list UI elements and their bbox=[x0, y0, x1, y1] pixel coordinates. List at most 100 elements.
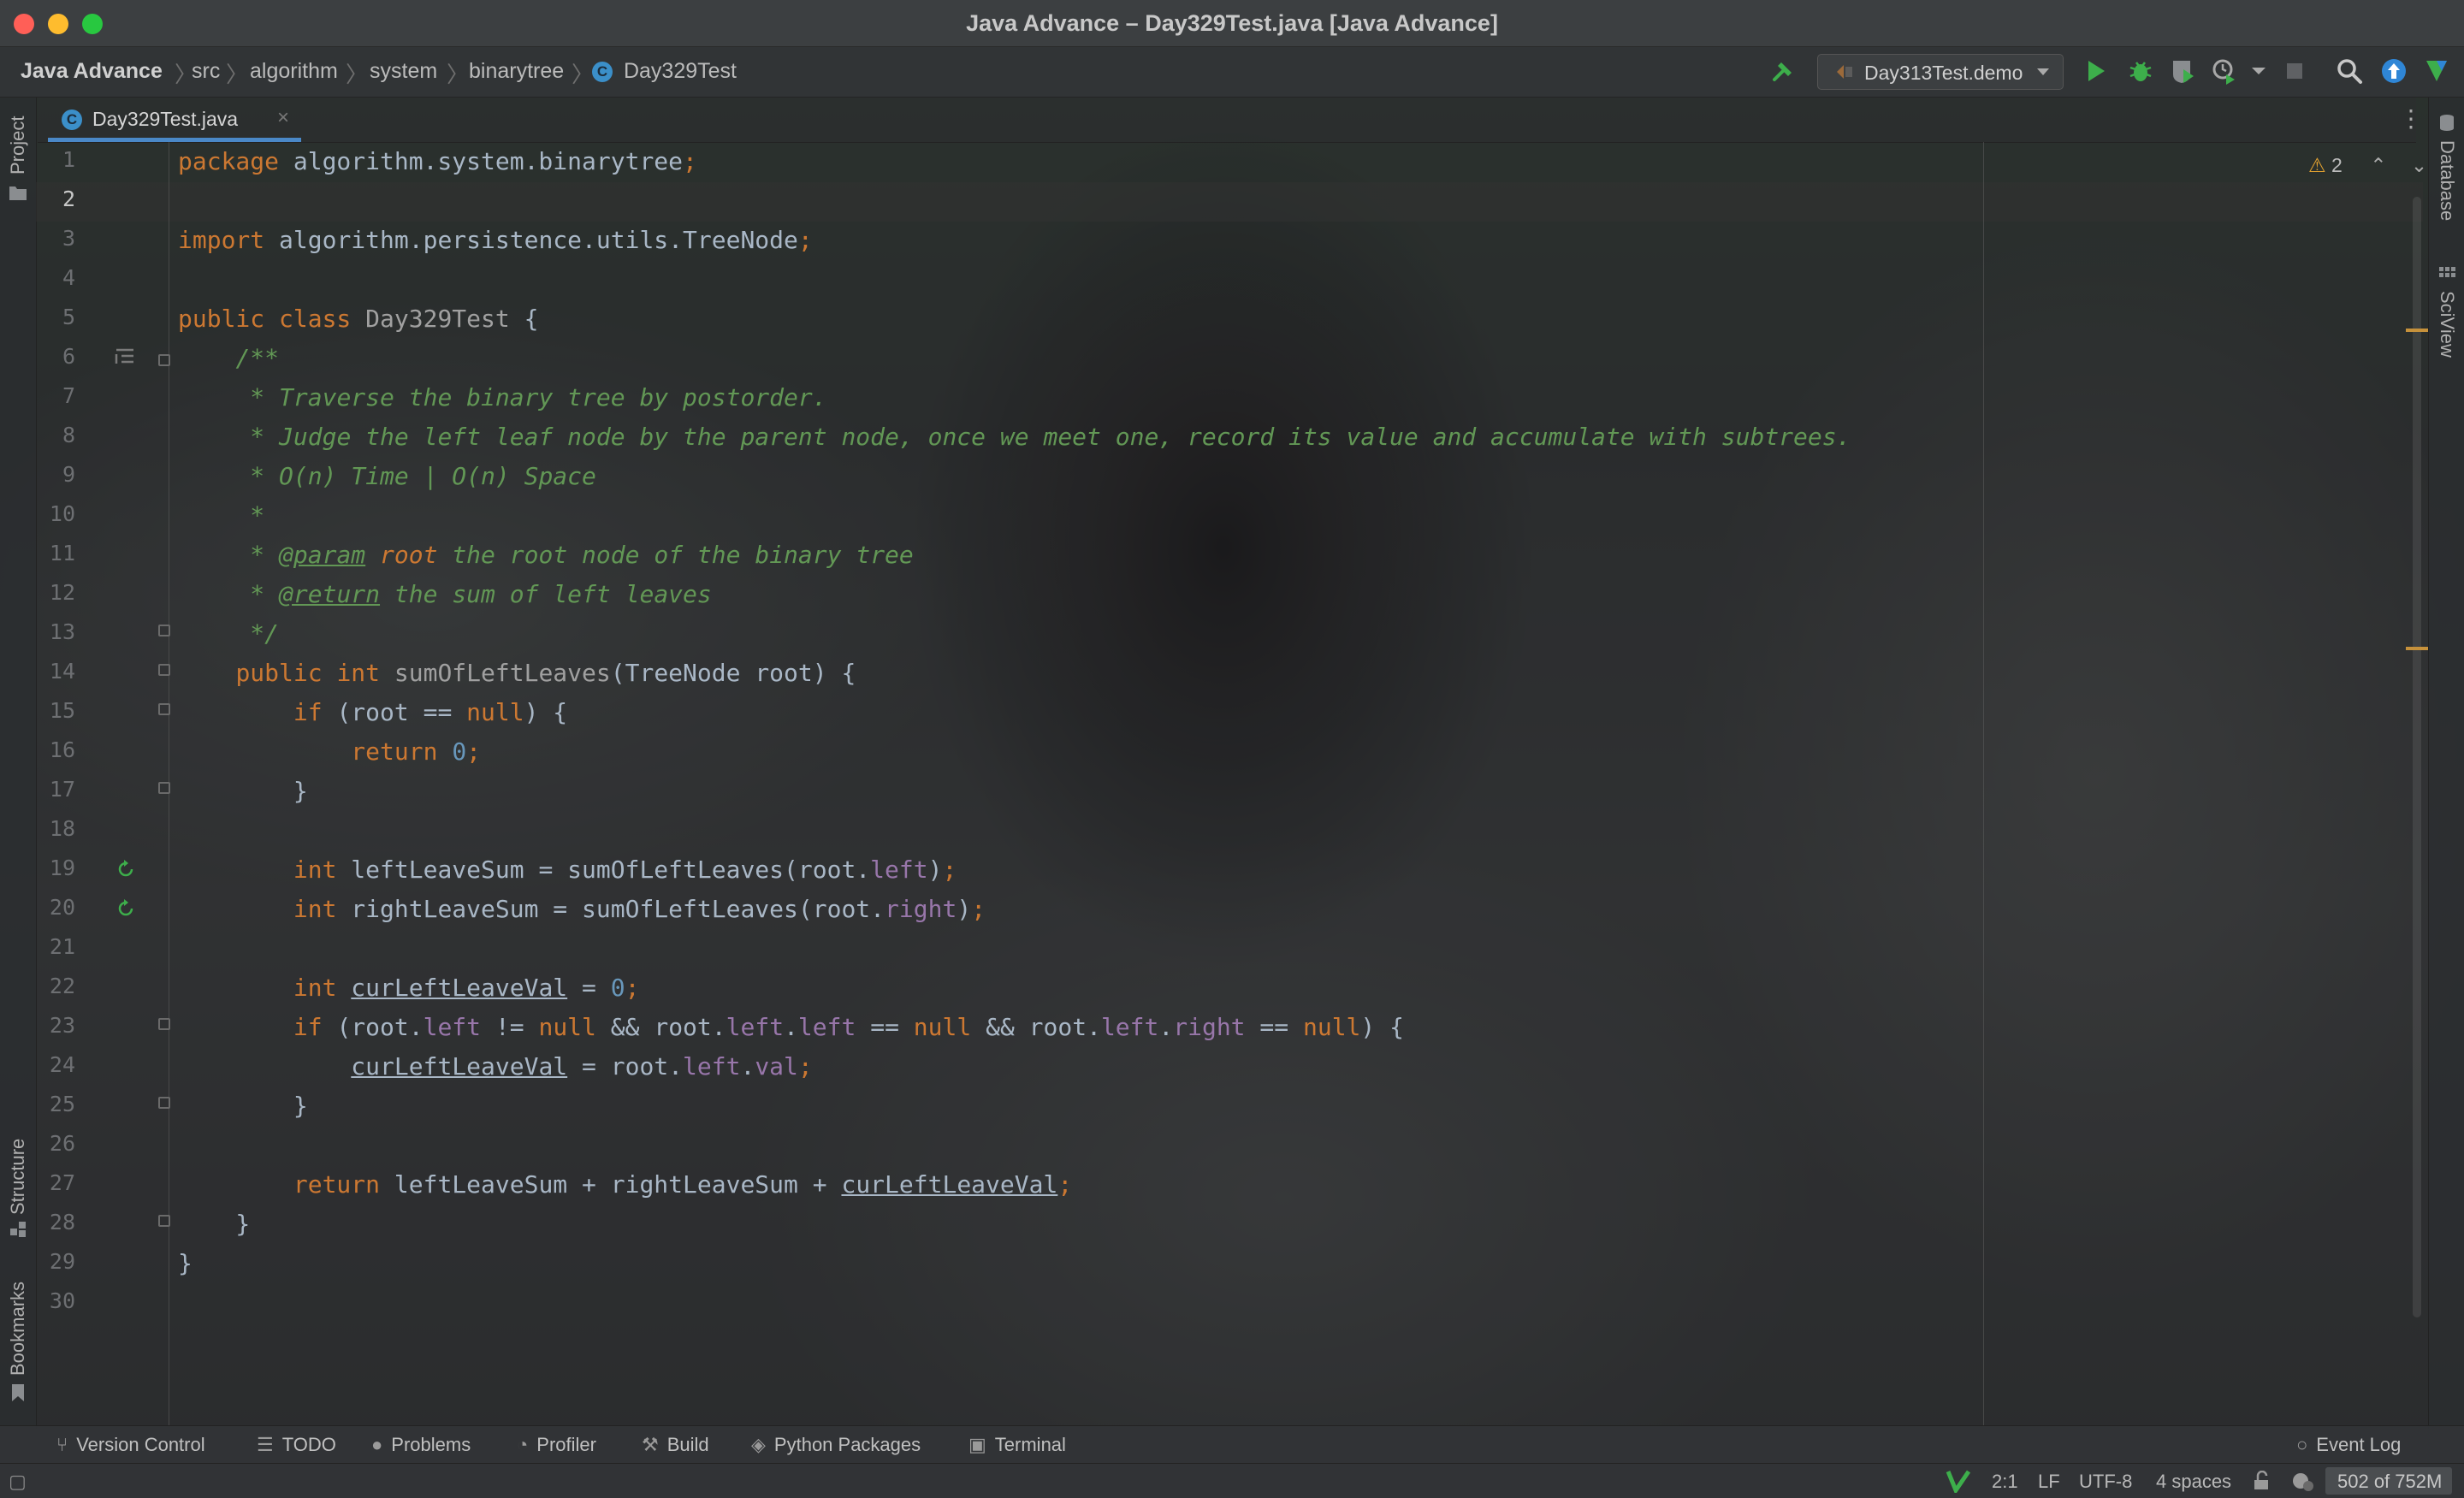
line-number[interactable]: 2 bbox=[36, 187, 75, 211]
run-configuration-dropdown[interactable]: Day313Test.demo bbox=[1817, 54, 2064, 90]
line-number[interactable]: 7 bbox=[36, 383, 75, 408]
line-number[interactable]: 24 bbox=[36, 1052, 75, 1077]
profile-icon[interactable] bbox=[2209, 56, 2240, 86]
editor-scrollbar[interactable] bbox=[2413, 197, 2421, 1317]
fold-marker-icon[interactable] bbox=[158, 1018, 170, 1030]
fold-marker-icon[interactable] bbox=[158, 703, 170, 715]
line-number[interactable]: 22 bbox=[36, 974, 75, 998]
database-tool-button[interactable]: Database bbox=[2436, 140, 2458, 221]
toggle-tool-windows-icon[interactable]: ▢ bbox=[9, 1471, 27, 1493]
project-tool-button[interactable]: Project bbox=[7, 116, 29, 175]
unlock-icon[interactable] bbox=[2252, 1471, 2271, 1491]
breadcrumb-project[interactable]: Java Advance bbox=[21, 59, 163, 84]
stop-icon[interactable] bbox=[2279, 56, 2310, 86]
breadcrumb-item-system[interactable]: system bbox=[370, 59, 437, 84]
line-number[interactable]: 16 bbox=[36, 737, 75, 762]
python-packages-tool-button[interactable]: ◈ Python Packages bbox=[751, 1434, 921, 1456]
java-class-icon: C bbox=[62, 110, 82, 130]
build-tool-button[interactable]: ⚒ Build bbox=[642, 1434, 709, 1456]
fold-marker-icon[interactable] bbox=[158, 625, 170, 637]
more-run-options-chevron-icon[interactable] bbox=[2243, 56, 2274, 86]
code-line-20: int rightLeaveSum = sumOfLeftLeaves(root… bbox=[293, 895, 986, 923]
line-number[interactable]: 29 bbox=[36, 1249, 75, 1274]
todo-tool-button[interactable]: ☰ TODO bbox=[257, 1434, 336, 1456]
tool-window-bar: ⑂ Version Control ☰ TODO ● Problems ◔ Profil… bbox=[0, 1425, 2464, 1464]
fold-marker-icon[interactable] bbox=[158, 782, 170, 794]
event-log-tool-button[interactable]: ○ Event Log bbox=[2296, 1434, 2401, 1456]
line-number[interactable]: 26 bbox=[36, 1131, 75, 1156]
line-number[interactable]: 25 bbox=[36, 1092, 75, 1116]
code-line-24: curLeftLeaveVal = root.left.val; bbox=[351, 1052, 813, 1081]
structure-tool-button[interactable]: Structure bbox=[7, 1139, 29, 1215]
line-number[interactable]: 13 bbox=[36, 619, 75, 644]
memory-indicator[interactable]: 502 of 752M bbox=[2325, 1467, 2452, 1495]
line-number[interactable]: 5 bbox=[36, 305, 75, 329]
line-number[interactable]: 1 bbox=[36, 147, 75, 172]
line-number[interactable]: 18 bbox=[36, 816, 75, 841]
recursive-call-icon[interactable] bbox=[115, 897, 137, 920]
search-icon[interactable] bbox=[2334, 56, 2365, 86]
indent-setting[interactable]: 4 spaces bbox=[2156, 1471, 2231, 1493]
breadcrumb-item-binarytree[interactable]: binarytree bbox=[469, 59, 564, 84]
file-encoding[interactable]: UTF-8 bbox=[2079, 1471, 2132, 1493]
sciview-tool-button[interactable]: SciView bbox=[2436, 291, 2458, 358]
update-icon[interactable] bbox=[2378, 56, 2409, 86]
plugin-icon[interactable] bbox=[2421, 56, 2452, 86]
coverage-icon[interactable] bbox=[2168, 56, 2199, 86]
warning-stripe-marker[interactable] bbox=[2406, 647, 2428, 650]
line-number[interactable]: 19 bbox=[36, 856, 75, 880]
code-line-17: } bbox=[178, 777, 308, 805]
line-number[interactable]: 3 bbox=[36, 226, 75, 251]
render-doc-icon[interactable] bbox=[113, 347, 137, 366]
recursive-call-icon[interactable] bbox=[115, 858, 137, 880]
line-number[interactable]: 21 bbox=[36, 934, 75, 959]
more-options-icon[interactable]: ⋮ bbox=[2399, 104, 2423, 133]
database-icon bbox=[2440, 115, 2454, 131]
line-number[interactable]: 8 bbox=[36, 423, 75, 447]
folder-icon bbox=[9, 187, 27, 200]
code-line-12: * @return the sum of left leaves bbox=[250, 580, 712, 608]
tab-day329test-java[interactable]: C Day329Test.java × bbox=[48, 98, 301, 142]
warning-stripe-marker[interactable] bbox=[2406, 329, 2428, 332]
line-number[interactable]: 10 bbox=[36, 501, 75, 526]
tab-close-icon[interactable]: × bbox=[277, 106, 289, 130]
fold-marker-icon[interactable] bbox=[158, 664, 170, 676]
code-line-8: * Judge the left leaf node by the parent… bbox=[250, 423, 1851, 451]
line-number[interactable]: 17 bbox=[36, 777, 75, 802]
breadcrumb-item-src[interactable]: src bbox=[192, 59, 220, 84]
line-number[interactable]: 28 bbox=[36, 1210, 75, 1235]
line-number[interactable]: 23 bbox=[36, 1013, 75, 1038]
line-number[interactable]: 4 bbox=[36, 265, 75, 290]
line-number[interactable]: 27 bbox=[36, 1170, 75, 1195]
vim-plugin-icon[interactable] bbox=[1946, 1469, 1971, 1493]
line-number[interactable]: 15 bbox=[36, 698, 75, 723]
problems-tool-button[interactable]: ● Problems bbox=[371, 1434, 471, 1456]
notifications-icon[interactable] bbox=[2289, 1469, 2315, 1493]
line-separator[interactable]: LF bbox=[2038, 1471, 2060, 1493]
profiler-tool-button[interactable]: ◔ Profiler bbox=[517, 1434, 596, 1456]
code-editor[interactable]: package algorithm.system.binarytree; imp… bbox=[178, 142, 2411, 1425]
breadcrumb-item-class[interactable]: C Day329Test bbox=[592, 59, 737, 84]
fold-marker-icon[interactable] bbox=[158, 354, 170, 366]
line-number[interactable]: 11 bbox=[36, 541, 75, 565]
terminal-tool-button[interactable]: ▣ Terminal bbox=[968, 1434, 1066, 1456]
bookmarks-tool-button[interactable]: Bookmarks bbox=[7, 1282, 29, 1376]
breadcrumb-separator: 〉 bbox=[447, 62, 470, 87]
previous-highlight-icon[interactable]: ⌃ bbox=[2370, 154, 2386, 176]
line-number[interactable]: 20 bbox=[36, 895, 75, 920]
inspection-widget[interactable]: ⚠ 2 ⌃ ⌄ bbox=[2308, 154, 2427, 177]
caret-position[interactable]: 2:1 bbox=[1992, 1471, 2018, 1493]
line-number[interactable]: 6 bbox=[36, 344, 75, 369]
breadcrumb-item-algorithm[interactable]: algorithm bbox=[250, 59, 338, 84]
debug-icon[interactable] bbox=[2125, 56, 2156, 86]
line-number[interactable]: 14 bbox=[36, 659, 75, 684]
line-number[interactable]: 9 bbox=[36, 462, 75, 487]
line-number[interactable]: 12 bbox=[36, 580, 75, 605]
fold-marker-icon[interactable] bbox=[158, 1097, 170, 1109]
line-number[interactable]: 30 bbox=[36, 1288, 75, 1313]
fold-marker-icon[interactable] bbox=[158, 1215, 170, 1227]
version-control-tool-button[interactable]: ⑂ Version Control bbox=[56, 1434, 205, 1456]
build-hammer-icon[interactable] bbox=[1768, 56, 1798, 86]
run-icon[interactable] bbox=[2081, 56, 2112, 86]
next-highlight-icon[interactable]: ⌄ bbox=[2411, 154, 2427, 176]
